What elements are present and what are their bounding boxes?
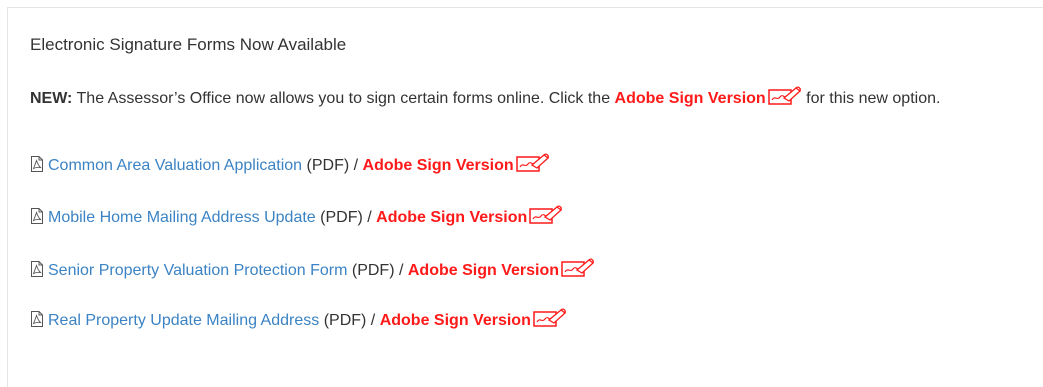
form-separator: /: [394, 262, 408, 279]
form-link-mobile-home-mailing-address[interactable]: Mobile Home Mailing Address Update: [48, 209, 316, 226]
adobe-sign-icon[interactable]: [533, 308, 567, 328]
new-label: NEW:: [30, 90, 73, 107]
adobe-sign-link-mobile-home[interactable]: Adobe Sign Version: [376, 209, 527, 226]
intro-adobe-sign-label: Adobe Sign Version: [614, 90, 766, 107]
adobe-sign-icon[interactable]: [561, 258, 595, 278]
form-separator: /: [366, 312, 380, 329]
forms-panel: Electronic Signature Forms Now Available…: [7, 7, 1043, 387]
form-type-label: (PDF): [306, 157, 350, 174]
form-type-label: (PDF): [351, 262, 395, 279]
adobe-sign-icon[interactable]: [529, 205, 563, 225]
form-separator: /: [349, 157, 363, 174]
pdf-file-icon: [30, 311, 44, 327]
pdf-file-icon: [30, 261, 44, 277]
form-link-senior-property-valuation[interactable]: Senior Property Valuation Protection For…: [48, 262, 347, 279]
adobe-sign-link-common-area[interactable]: Adobe Sign Version: [363, 157, 514, 174]
intro-text-after: for this new option.: [801, 90, 941, 107]
intro-text-before: The Assessor’s Office now allows you to …: [72, 90, 615, 107]
form-type-label: (PDF): [320, 209, 363, 226]
form-link-real-property-mailing-address[interactable]: Real Property Update Mailing Address: [48, 312, 319, 329]
adobe-sign-icon[interactable]: [515, 153, 550, 173]
pdf-file-icon: [30, 208, 44, 224]
form-separator: /: [362, 209, 377, 226]
adobe-sign-icon: [767, 86, 802, 106]
form-type-label: (PDF): [323, 312, 367, 329]
adobe-sign-link-real-property[interactable]: Adobe Sign Version: [380, 312, 531, 329]
form-link-common-area-valuation[interactable]: Common Area Valuation Application: [48, 157, 302, 174]
form-row-real-property: Real Property Update Mailing Address (PD…: [30, 308, 567, 333]
form-row-mobile-home: Mobile Home Mailing Address Update (PDF)…: [30, 205, 563, 230]
adobe-sign-link-senior-property[interactable]: Adobe Sign Version: [408, 262, 559, 279]
form-row-common-area: Common Area Valuation Application (PDF) …: [30, 153, 550, 178]
form-row-senior-property: Senior Property Valuation Protection For…: [30, 258, 595, 283]
intro-paragraph: NEW: The Assessor’s Office now allows yo…: [30, 86, 1030, 111]
section-title: Electronic Signature Forms Now Available: [30, 35, 347, 54]
pdf-file-icon: [30, 156, 44, 172]
